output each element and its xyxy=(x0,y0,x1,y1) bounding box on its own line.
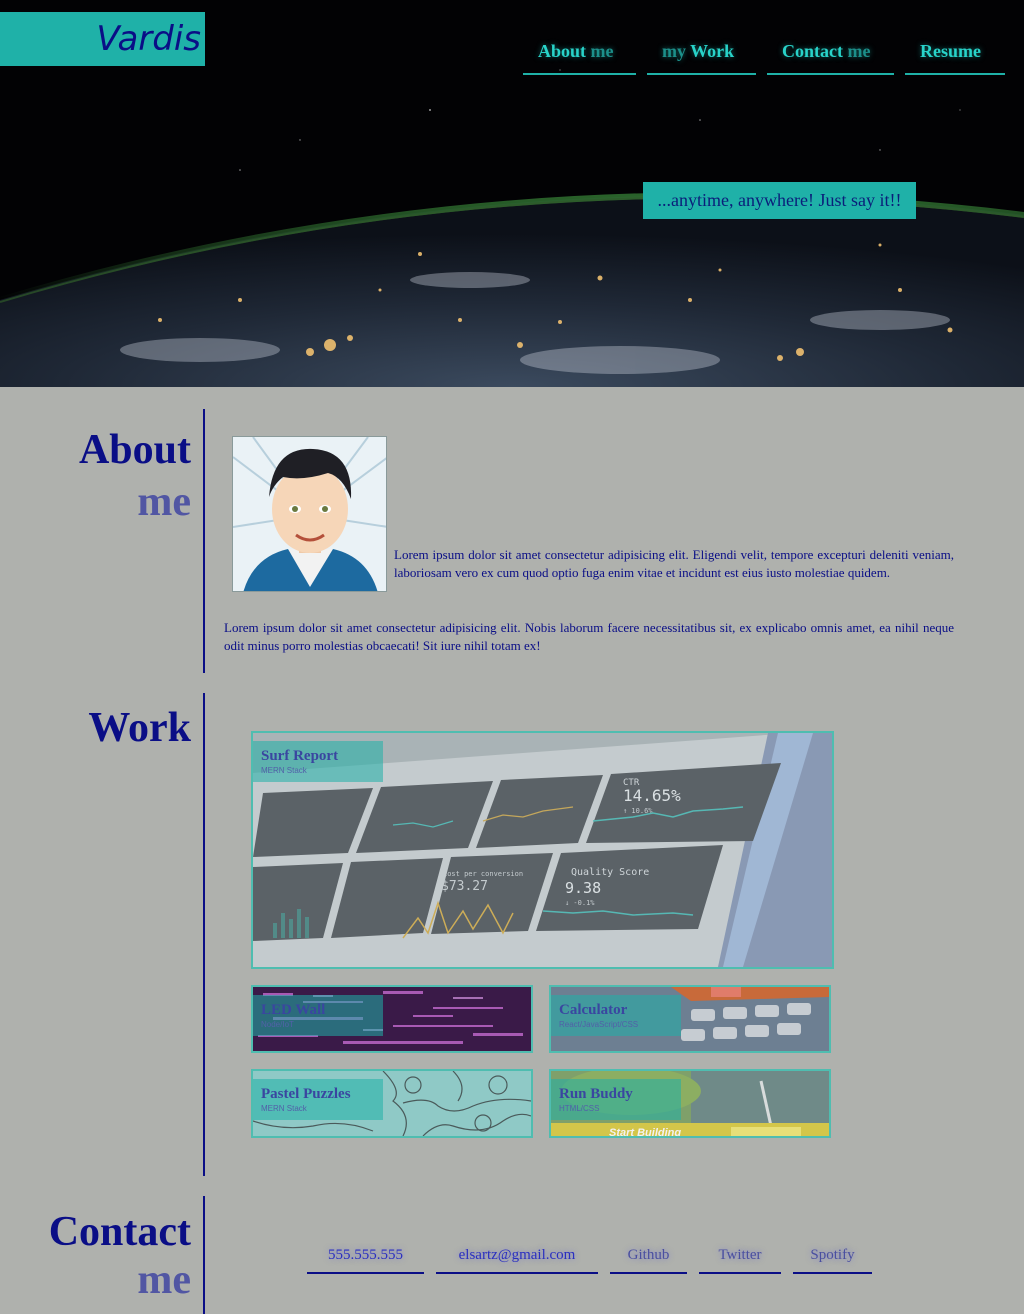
phone-link[interactable]: 555.555.555 xyxy=(307,1244,424,1274)
about-paragraph-2: Lorem ipsum dolor sit amet consectetur a… xyxy=(224,620,954,653)
run-buddy-banner: Start Building xyxy=(609,1127,681,1136)
work-heading: Work xyxy=(88,705,191,751)
project-label: Calculator React/JavaScript/CSS xyxy=(551,995,681,1036)
project-label: Pastel Puzzles MERN Stack xyxy=(253,1079,383,1120)
project-label: LED Wall Node/IoT xyxy=(253,995,383,1036)
work-divider xyxy=(203,693,205,1176)
project-stack: React/JavaScript/CSS xyxy=(559,1020,639,1029)
project-stack: MERN Stack xyxy=(261,1104,307,1113)
project-title: Surf Report xyxy=(261,748,339,764)
email-link[interactable]: elsartz@gmail.com xyxy=(436,1244,598,1274)
nav-contact-link[interactable]: Contact me xyxy=(767,38,894,75)
project-title: LED Wall xyxy=(261,1002,326,1018)
project-title: Run Buddy xyxy=(559,1086,633,1102)
project-label: Surf Report MERN Stack xyxy=(253,741,383,782)
spotify-link[interactable]: Spotify xyxy=(793,1244,872,1274)
project-title: Pastel Puzzles xyxy=(261,1086,351,1102)
contact-heading: Contact me xyxy=(48,1209,191,1303)
project-card-calculator[interactable]: Calculator React/JavaScript/CSS xyxy=(549,985,831,1053)
nav-resume-link[interactable]: Resume xyxy=(905,38,1005,75)
avatar xyxy=(232,436,387,592)
hero-banner: Vardis About me my Work Contact me Resum… xyxy=(0,0,1024,387)
project-title: Calculator xyxy=(559,1002,628,1018)
project-label: Run Buddy HTML/CSS xyxy=(551,1079,681,1120)
project-card-run-buddy[interactable]: Start Building Run Buddy HTML/CSS xyxy=(549,1069,831,1138)
contact-divider xyxy=(203,1196,205,1314)
project-stack: Node/IoT xyxy=(261,1020,294,1029)
about-paragraph-1: Lorem ipsum dolor sit amet consectetur a… xyxy=(394,547,954,580)
project-card-pastel-puzzles[interactable]: Pastel Puzzles MERN Stack xyxy=(251,1069,533,1138)
twitter-link[interactable]: Twitter xyxy=(699,1244,781,1274)
nav-about-link[interactable]: About me xyxy=(523,38,636,75)
contact-links: 555.555.555 elsartz@gmail.com Github Twi… xyxy=(307,1244,872,1274)
project-card-led-wall[interactable]: LED Wall Node/IoT xyxy=(251,985,533,1053)
nav-work-link[interactable]: my Work xyxy=(647,38,756,75)
hero-tagline: ...anytime, anywhere! Just say it!! xyxy=(643,182,916,219)
site-logo[interactable]: Vardis xyxy=(0,12,205,66)
project-card-surf-report[interactable]: CTR 14.65% ↑ 10.6% Cost per conversion $… xyxy=(251,731,834,969)
project-stack: HTML/CSS xyxy=(559,1104,600,1113)
top-nav: About me my Work Contact me Resume xyxy=(523,38,1005,75)
about-divider xyxy=(203,409,205,673)
project-stack: MERN Stack xyxy=(261,766,307,775)
github-link[interactable]: Github xyxy=(610,1244,687,1274)
about-heading: About me xyxy=(78,427,191,525)
